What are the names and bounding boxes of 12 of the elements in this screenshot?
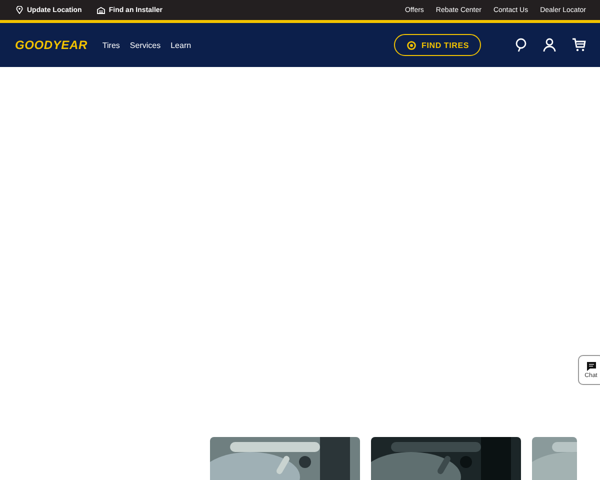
chat-icon xyxy=(586,362,596,370)
garage-icon xyxy=(96,6,105,14)
nav-link[interactable]: Learn xyxy=(170,40,192,50)
nav-link[interactable]: Tires xyxy=(102,40,120,50)
logo[interactable]: GOODYEAR xyxy=(15,38,88,52)
nav-link[interactable]: Services xyxy=(130,40,161,50)
location-pin-icon xyxy=(16,6,23,14)
cart-icon[interactable] xyxy=(572,38,586,52)
user-icon[interactable] xyxy=(543,38,556,52)
find-tires-button[interactable]: FIND TIRES xyxy=(394,34,481,56)
tire-icon xyxy=(406,40,416,50)
search-icon[interactable] xyxy=(515,38,527,52)
